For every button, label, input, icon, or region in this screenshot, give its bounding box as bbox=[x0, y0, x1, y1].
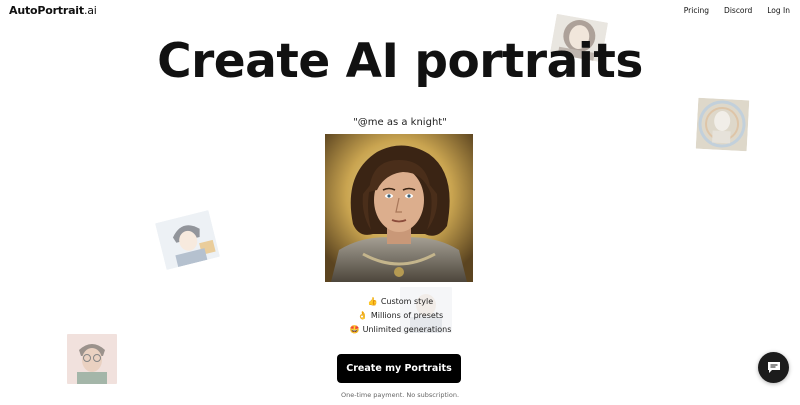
chat-bubble-icon bbox=[767, 362, 780, 373]
create-portraits-button[interactable]: Create my Portraits bbox=[337, 354, 461, 383]
star-struck-icon: 🤩 bbox=[349, 325, 360, 334]
site-logo[interactable]: AutoPortrait.ai bbox=[9, 4, 97, 17]
payment-note: One-time payment. No subscription. bbox=[340, 391, 460, 399]
chat-widget-button[interactable] bbox=[758, 352, 789, 383]
ok-hand-icon: 👌 bbox=[357, 311, 368, 320]
feature-label: Unlimited generations bbox=[362, 325, 452, 334]
prompt-caption: "@me as a knight" bbox=[353, 117, 447, 128]
nav-discord-link[interactable]: Discord bbox=[724, 6, 752, 15]
hero-title: Create AI portraits bbox=[157, 34, 643, 89]
feature-item: 👌 Millions of presets bbox=[0, 309, 800, 323]
feature-label: Custom style bbox=[380, 297, 434, 306]
feature-item: 👍 Custom style bbox=[0, 295, 800, 309]
feature-item: 🤩 Unlimited generations bbox=[0, 323, 800, 337]
top-nav: Pricing Discord Log In bbox=[684, 6, 790, 15]
feature-label: Millions of presets bbox=[370, 311, 444, 320]
nav-login-link[interactable]: Log In bbox=[767, 6, 790, 15]
knight-portrait-image bbox=[325, 134, 473, 282]
thumbs-up-icon: 👍 bbox=[367, 297, 378, 306]
logo-brand: AutoPortrait bbox=[9, 4, 84, 17]
floating-portrait-glasses bbox=[67, 334, 117, 384]
floating-portrait-anime bbox=[155, 210, 220, 270]
feature-list: 👍 Custom style 👌 Millions of presets 🤩 Unli… bbox=[0, 295, 800, 337]
nav-pricing-link[interactable]: Pricing bbox=[684, 6, 709, 15]
logo-tld: .ai bbox=[83, 4, 97, 17]
